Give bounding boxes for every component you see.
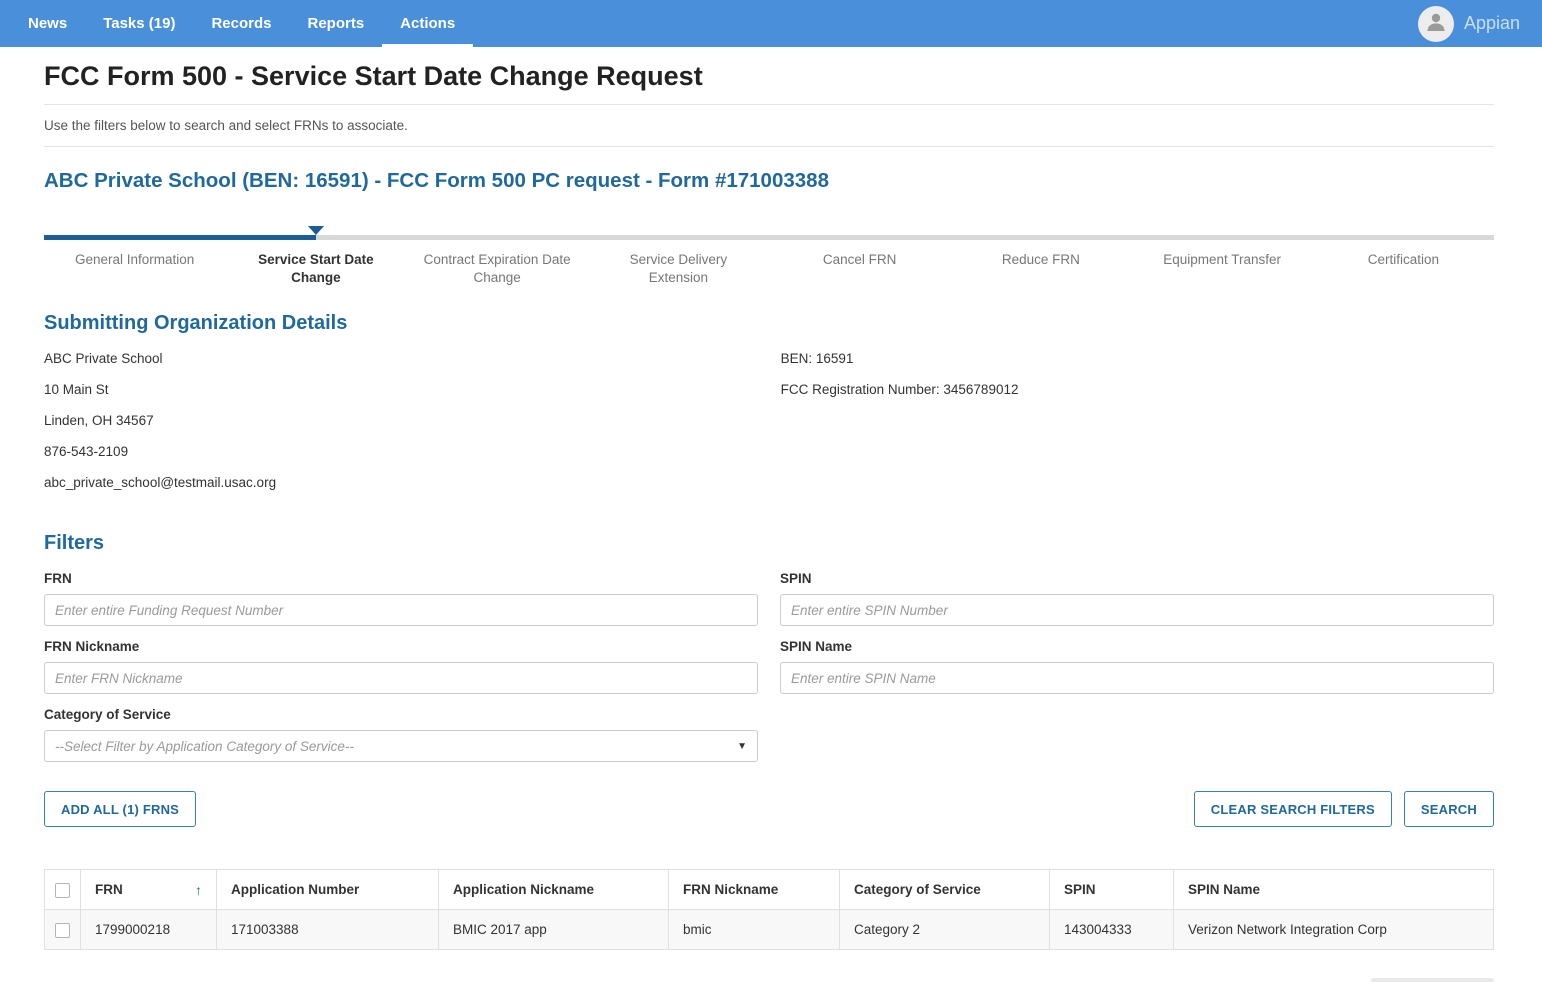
frn-label: FRN: [44, 571, 758, 586]
filter-actions-row: ADD ALL (1) FRNS CLEAR SEARCH FILTERS SE…: [44, 791, 1494, 827]
frn-nickname-label: FRN Nickname: [44, 639, 758, 654]
org-address-line2: Linden, OH 34567: [44, 413, 781, 428]
chevron-down-icon: ▼: [737, 741, 747, 752]
submitting-organization-section: Submitting Organization Details ABC Priv…: [44, 312, 1494, 506]
sort-ascending-icon[interactable]: ↑: [195, 882, 202, 898]
spin-input[interactable]: [780, 594, 1494, 626]
person-icon: [1424, 9, 1448, 38]
cell-spin-name: Verizon Network Integration Corp: [1174, 910, 1494, 950]
select-all-checkbox[interactable]: [55, 883, 70, 898]
category-of-service-filter-field: Category of Service --Select Filter by A…: [44, 707, 758, 762]
wizard-step-reduce-frn[interactable]: Reduce FRN: [950, 251, 1131, 286]
wizard-steps: General Information Service Start Date C…: [44, 251, 1494, 286]
frn-filter-field: FRN: [44, 571, 758, 626]
wizard-step-general-information[interactable]: General Information: [44, 251, 225, 286]
wizard: General Information Service Start Date C…: [44, 235, 1494, 286]
filters-grid: FRN SPIN FRN Nickname SPIN Name Category…: [44, 571, 1494, 775]
current-step-marker-icon: [308, 226, 324, 235]
main-navigation: News Tasks (19) Records Reports Actions: [10, 0, 473, 47]
filters-section: Filters FRN SPIN FRN Nickname SPIN Name …: [44, 532, 1494, 827]
spin-name-label: SPIN Name: [780, 639, 1494, 654]
col-header-frn: FRN ↑: [81, 870, 217, 910]
nav-item-actions[interactable]: Actions: [382, 0, 473, 47]
col-header-spin-name: SPIN Name: [1174, 870, 1494, 910]
add-all-frns-button[interactable]: ADD ALL (1) FRNS: [44, 791, 196, 827]
frn-input[interactable]: [44, 594, 758, 626]
org-fcc-registration-number: FCC Registration Number: 3456789012: [781, 382, 1494, 397]
org-email: abc_private_school@testmail.usac.org: [44, 475, 781, 490]
org-details-right-column: BEN: 16591 FCC Registration Number: 3456…: [781, 351, 1494, 506]
col-header-category-of-service: Category of Service: [840, 870, 1050, 910]
org-phone: 876-543-2109: [44, 444, 781, 459]
section-heading-filters: Filters: [44, 532, 1494, 555]
wizard-step-service-start-date-change[interactable]: Service Start Date Change: [225, 251, 406, 286]
category-of-service-select[interactable]: --Select Filter by Application Category …: [44, 730, 758, 762]
appian-logo: Appian: [1464, 13, 1520, 34]
col-header-frn-label: FRN: [95, 882, 123, 897]
nav-right-area: Appian: [1418, 0, 1520, 47]
user-avatar[interactable]: [1418, 6, 1454, 42]
frn-nickname-input[interactable]: [44, 662, 758, 694]
category-of-service-selected-value: --Select Filter by Application Category …: [55, 739, 354, 754]
cell-spin: 143004333: [1050, 910, 1174, 950]
spacer: [208, 791, 1182, 827]
top-nav-bar: News Tasks (19) Records Reports Actions …: [0, 0, 1542, 47]
wizard-progress-track: [44, 235, 1494, 240]
cell-category-of-service: Category 2: [840, 910, 1050, 950]
search-button[interactable]: SEARCH: [1404, 791, 1494, 827]
add-selected-frns-button[interactable]: ADD (0) FRNS: [1371, 978, 1494, 982]
col-header-application-nickname: Application Nickname: [439, 870, 669, 910]
spin-name-filter-field: SPIN Name: [780, 639, 1494, 694]
add-selected-row: ADD (0) FRNS: [44, 978, 1494, 982]
cell-application-number: 171003388: [217, 910, 439, 950]
org-name: ABC Private School: [44, 351, 781, 366]
org-details-left-column: ABC Private School 10 Main St Linden, OH…: [44, 351, 781, 506]
table-header-row: FRN ↑ Application Number Application Nic…: [45, 870, 1494, 910]
cell-frn: 1799000218: [81, 910, 217, 950]
table-row: 1799000218 171003388 BMIC 2017 app bmic …: [45, 910, 1494, 950]
org-ben: BEN: 16591: [781, 351, 1494, 366]
wizard-progress-fill: [44, 235, 316, 240]
nav-item-reports[interactable]: Reports: [289, 0, 382, 47]
wizard-step-cancel-frn[interactable]: Cancel FRN: [769, 251, 950, 286]
cell-application-nickname: BMIC 2017 app: [439, 910, 669, 950]
instructions-text: Use the filters below to search and sele…: [44, 118, 1494, 133]
spin-label: SPIN: [780, 571, 1494, 586]
clear-search-filters-button[interactable]: CLEAR SEARCH FILTERS: [1194, 791, 1392, 827]
spin-name-input[interactable]: [780, 662, 1494, 694]
frn-nickname-filter-field: FRN Nickname: [44, 639, 758, 694]
divider: [44, 146, 1494, 147]
spin-filter-field: SPIN: [780, 571, 1494, 626]
wizard-step-service-delivery-extension[interactable]: Service Delivery Extension: [588, 251, 769, 286]
main-content: FCC Form 500 - Service Start Date Change…: [0, 61, 1542, 982]
form-header: ABC Private School (BEN: 16591) - FCC Fo…: [44, 169, 1494, 193]
col-header-frn-nickname: FRN Nickname: [669, 870, 840, 910]
category-of-service-label: Category of Service: [44, 707, 758, 722]
page-title: FCC Form 500 - Service Start Date Change…: [44, 61, 1494, 92]
nav-item-news[interactable]: News: [10, 0, 85, 47]
frn-results-table: FRN ↑ Application Number Application Nic…: [44, 869, 1494, 950]
nav-item-tasks[interactable]: Tasks (19): [85, 0, 193, 47]
wizard-step-certification[interactable]: Certification: [1313, 251, 1494, 286]
divider: [44, 104, 1494, 105]
org-address-line1: 10 Main St: [44, 382, 781, 397]
section-heading-org-details: Submitting Organization Details: [44, 312, 1494, 335]
nav-item-records[interactable]: Records: [193, 0, 289, 47]
col-header-spin: SPIN: [1050, 870, 1174, 910]
col-header-application-number: Application Number: [217, 870, 439, 910]
wizard-step-equipment-transfer[interactable]: Equipment Transfer: [1132, 251, 1313, 286]
wizard-step-contract-expiration-date-change[interactable]: Contract Expiration Date Change: [407, 251, 588, 286]
org-details-grid: ABC Private School 10 Main St Linden, OH…: [44, 351, 1494, 506]
search-results-section: FRN ↑ Application Number Application Nic…: [44, 869, 1494, 982]
row-select-checkbox[interactable]: [55, 923, 70, 938]
cell-frn-nickname: bmic: [669, 910, 840, 950]
